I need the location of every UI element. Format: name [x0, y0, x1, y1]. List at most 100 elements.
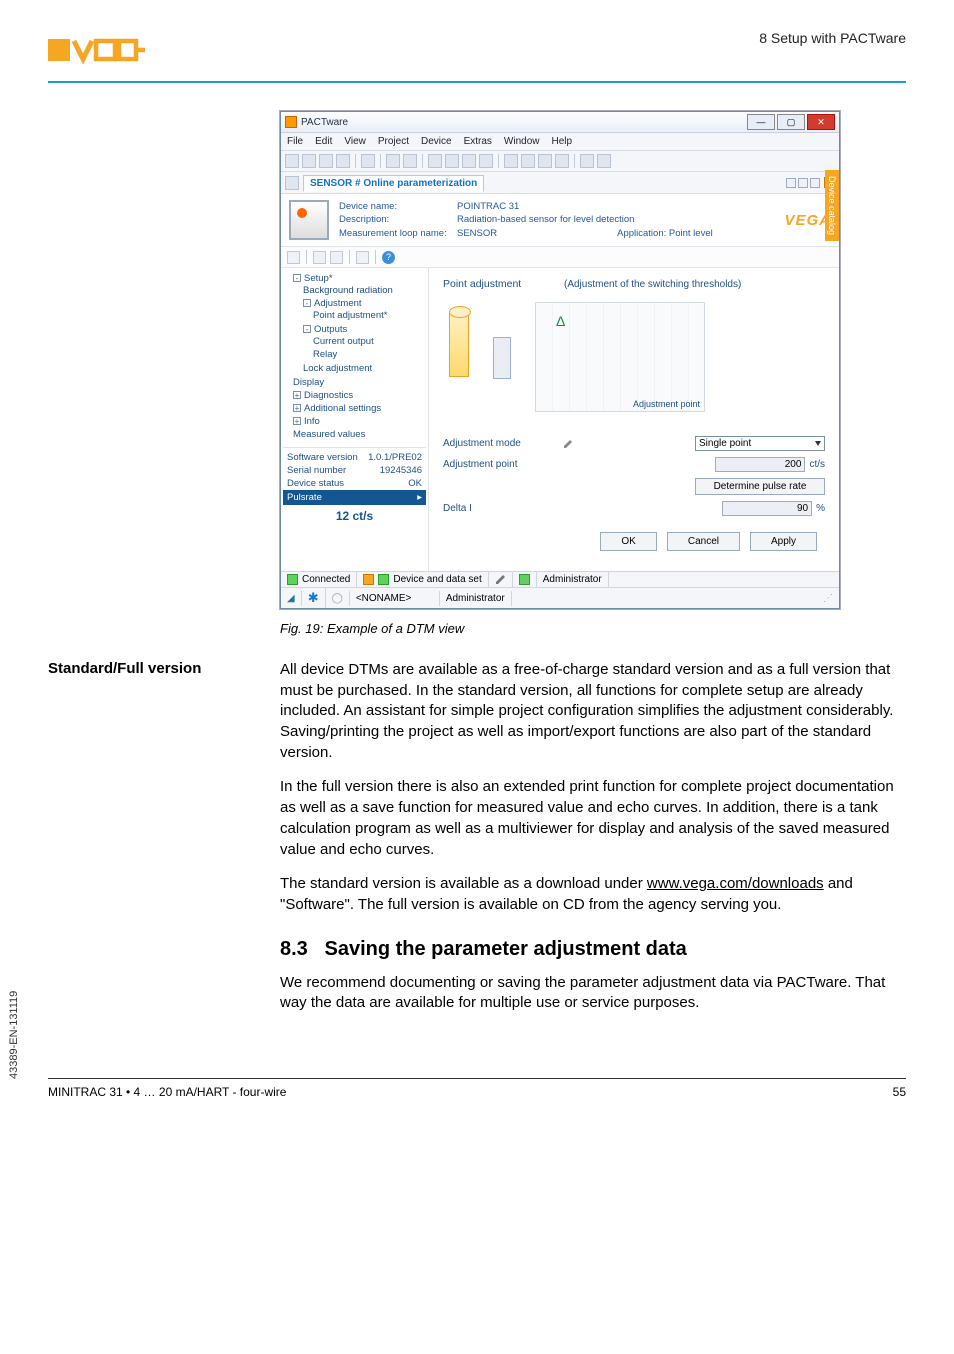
tool-view2-icon[interactable]: [597, 154, 611, 168]
menu-edit[interactable]: Edit: [315, 136, 332, 147]
menu-window[interactable]: Window: [504, 136, 540, 147]
tab-online-param[interactable]: SENSOR # Online parameterization: [303, 175, 484, 192]
threshold-chart: Δ Adjustment point: [535, 302, 705, 412]
tree-diagnostics[interactable]: Diagnostics: [304, 390, 353, 401]
tool-save-icon[interactable]: [319, 154, 333, 168]
tree-background-radiation[interactable]: Background radiation: [303, 285, 393, 296]
tool-device1-icon[interactable]: [386, 154, 400, 168]
doc-id: 43389-EN-131119: [8, 991, 20, 1079]
tool-write-icon[interactable]: [521, 154, 535, 168]
tool-connect-icon[interactable]: [361, 154, 375, 168]
tree-current-output[interactable]: Current output: [313, 336, 374, 347]
device-preview-icon: [289, 200, 329, 240]
apply-button[interactable]: Apply: [750, 532, 817, 551]
cancel-button[interactable]: Cancel: [667, 532, 740, 551]
device-status-value: OK: [408, 478, 422, 489]
tab-icon: [285, 176, 299, 190]
adjustment-point-label: Adjustment point: [443, 459, 563, 470]
lock-open-icon: [519, 574, 530, 585]
dataset-icon: [363, 574, 374, 585]
page-number: 55: [893, 1085, 906, 1099]
device-name-label: Device name:: [339, 200, 457, 213]
tool-new-icon[interactable]: [285, 154, 299, 168]
determine-pulse-rate-button[interactable]: Determine pulse rate: [695, 478, 825, 495]
pane-title: Point adjustment: [443, 278, 521, 290]
tab-nav-left-icon[interactable]: [786, 178, 796, 188]
pencil-icon: [563, 439, 573, 449]
paragraph-1: All device DTMs are available as a free-…: [280, 660, 906, 763]
panel-view-icon[interactable]: [356, 251, 369, 264]
menu-device[interactable]: Device: [421, 136, 452, 147]
status-admin: Administrator: [543, 574, 602, 585]
resize-grip-icon[interactable]: ⋰: [817, 591, 839, 606]
device-desc-label: Description:: [339, 213, 457, 226]
tree-display[interactable]: Display: [293, 377, 324, 388]
tree-adjustment[interactable]: Adjustment: [314, 298, 362, 309]
help-icon[interactable]: ?: [382, 251, 395, 264]
tool-up-icon[interactable]: [428, 154, 442, 168]
tool-device2-icon[interactable]: [403, 154, 417, 168]
tool-gear2-icon[interactable]: [555, 154, 569, 168]
tree-additional-settings[interactable]: Additional settings: [304, 403, 381, 414]
tool-open-icon[interactable]: [302, 154, 316, 168]
tool-download-icon[interactable]: [479, 154, 493, 168]
tab-nav-right-icon[interactable]: [798, 178, 808, 188]
header-underline: [48, 81, 906, 83]
pulsrate-button[interactable]: Pulsrate▸: [283, 490, 426, 505]
device-catalog-tab[interactable]: Device catalog: [825, 170, 839, 241]
dataset-icon-2: [378, 574, 389, 585]
status-noname: <NONAME>: [356, 593, 412, 604]
adjustment-point-input[interactable]: 200: [715, 457, 805, 472]
panel-find-icon[interactable]: [330, 251, 343, 264]
app-icon: [285, 116, 297, 128]
tree-info[interactable]: Info: [304, 416, 320, 427]
menu-help[interactable]: Help: [551, 136, 572, 147]
downloads-link[interactable]: www.vega.com/downloads: [647, 875, 824, 892]
close-button[interactable]: ✕: [807, 114, 835, 130]
adjustment-mode-select[interactable]: Single point: [695, 436, 825, 451]
edit-pencil-icon: [495, 574, 506, 585]
panel-collapse-icon[interactable]: [287, 251, 300, 264]
section-heading: 8.3 Saving the parameter adjustment data: [280, 938, 906, 961]
panel-print-icon[interactable]: [313, 251, 326, 264]
tool-down-icon[interactable]: [445, 154, 459, 168]
tree-setup[interactable]: Setup*: [304, 273, 333, 284]
minimize-button[interactable]: —: [747, 114, 775, 130]
star-icon: ✱: [308, 590, 319, 606]
paragraph-2: In the full version there is also an ext…: [280, 777, 906, 860]
tool-read-icon[interactable]: [504, 154, 518, 168]
menu-extras[interactable]: Extras: [464, 136, 492, 147]
tree-outputs[interactable]: Outputs: [314, 324, 347, 335]
window-titlebar: PACTware — ▢ ✕: [281, 112, 839, 133]
tool-view1-icon[interactable]: [580, 154, 594, 168]
serial-value: 19245346: [380, 465, 422, 476]
tree-relay[interactable]: Relay: [313, 349, 337, 360]
menu-project[interactable]: Project: [378, 136, 409, 147]
tool-upload-icon[interactable]: [462, 154, 476, 168]
device-loop-value: SENSOR: [457, 228, 497, 239]
sensor-sketch: [443, 307, 523, 407]
delta-i-input[interactable]: 90: [722, 501, 812, 516]
maximize-button[interactable]: ▢: [777, 114, 805, 130]
menu-file[interactable]: File: [287, 136, 303, 147]
chapter-title: 8 Setup with PACTware: [759, 30, 906, 46]
adjustment-mode-label: Adjustment mode: [443, 438, 563, 449]
ok-button[interactable]: OK: [600, 532, 656, 551]
vega-logo: [48, 30, 148, 75]
tool-gear-icon[interactable]: [538, 154, 552, 168]
delta-symbol: Δ: [556, 313, 565, 329]
chevron-right-icon: ▸: [417, 492, 422, 503]
figure-caption: Fig. 19: Example of a DTM view: [280, 621, 906, 636]
tree-point-adjustment[interactable]: Point adjustment*: [313, 310, 387, 321]
dtm-screenshot: PACTware — ▢ ✕ File Edit View Project De…: [280, 111, 906, 609]
tab-close-icon[interactable]: [810, 178, 820, 188]
window-title: PACTware: [301, 117, 747, 128]
pulsrate-value: 12 ct/s: [283, 505, 426, 527]
circle-icon: ◯: [332, 593, 343, 604]
tree-lock-adjustment[interactable]: Lock adjustment: [303, 363, 372, 374]
tree-measured-values[interactable]: Measured values: [293, 429, 365, 440]
tool-print-icon[interactable]: [336, 154, 350, 168]
device-app-value: Point level: [669, 228, 713, 239]
menu-view[interactable]: View: [344, 136, 366, 147]
adjustment-point-unit: ct/s: [809, 459, 825, 470]
